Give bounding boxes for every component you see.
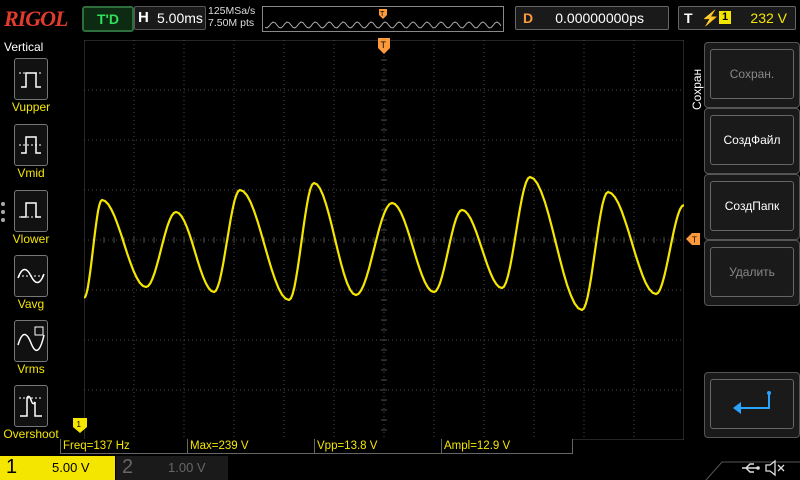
svg-text:T: T bbox=[381, 40, 387, 50]
return-key-area bbox=[710, 379, 794, 429]
save-label: Сохран. bbox=[710, 49, 794, 99]
measure-vlower[interactable]: Vlower bbox=[6, 190, 54, 252]
measure-vmid[interactable]: Vmid bbox=[6, 124, 54, 186]
vrms-label: Vrms bbox=[17, 362, 45, 376]
measure-vpp[interactable]: Vpp=13.8 V bbox=[314, 439, 442, 454]
graticule bbox=[84, 40, 684, 440]
softkey-save[interactable]: Сохран. bbox=[704, 42, 800, 108]
run-status-badge[interactable]: T'D bbox=[82, 6, 134, 32]
ch2-scale: 1.00 V bbox=[168, 460, 206, 475]
vlower-icon bbox=[14, 190, 48, 232]
vlower-label: Vlower bbox=[12, 232, 50, 246]
trigger-box[interactable]: T ⚡ 1 232 V bbox=[678, 6, 796, 30]
sample-rate: 125MSa/s bbox=[208, 5, 256, 17]
trigger-source-badge: 1 bbox=[719, 11, 731, 24]
measure-max[interactable]: Max=239 V bbox=[187, 439, 315, 454]
vupper-label: Vupper bbox=[11, 100, 51, 114]
timebase-value: 5.00ms bbox=[157, 10, 203, 26]
ch1-number: 1 bbox=[6, 456, 18, 478]
create-file-label: СоздФайл bbox=[710, 115, 794, 165]
menu-page-dots bbox=[1, 202, 5, 222]
measure-ampl[interactable]: Ampl=12.9 V bbox=[441, 439, 573, 454]
create-folder-label: СоздПапк bbox=[710, 181, 794, 231]
trigger-level: 232 V bbox=[750, 10, 787, 26]
rigol-logo: RIGOL bbox=[4, 6, 68, 31]
memory-position-bar[interactable]: T bbox=[262, 6, 504, 32]
ch1-scale: 5.00 V bbox=[52, 460, 90, 475]
vavg-icon bbox=[14, 255, 48, 297]
right-menu-title: Сохран bbox=[690, 69, 704, 110]
svg-text:T: T bbox=[380, 11, 385, 18]
ch1-ground-marker[interactable]: 1 bbox=[73, 418, 87, 434]
trigger-key-label: T bbox=[684, 10, 693, 26]
softkey-delete[interactable]: Удалить bbox=[704, 240, 800, 306]
vmid-label: Vmid bbox=[17, 166, 45, 180]
memory-waveform-preview: T bbox=[264, 9, 502, 29]
softkey-create-file[interactable]: СоздФайл bbox=[704, 108, 800, 174]
left-menu-title: Vertical bbox=[4, 40, 44, 54]
svg-text:1: 1 bbox=[77, 420, 82, 429]
measure-vavg[interactable]: Vavg bbox=[6, 255, 54, 317]
delay-key-label: D bbox=[523, 10, 534, 26]
softkey-create-folder[interactable]: СоздПапк bbox=[704, 174, 800, 240]
delay-box[interactable]: D 0.00000000ps bbox=[515, 6, 669, 30]
horizontal-timebase-box[interactable]: H 5.00ms bbox=[134, 6, 206, 30]
vrms-icon bbox=[14, 320, 48, 362]
memory-depth: 7.50M pts bbox=[208, 17, 255, 29]
return-arrow-icon bbox=[733, 391, 771, 414]
ch2-number: 2 bbox=[122, 456, 134, 478]
vmid-icon bbox=[14, 124, 48, 166]
delay-value: 0.00000000ps bbox=[555, 10, 644, 26]
ch1-scale-box[interactable]: 1 5.00 V bbox=[0, 456, 115, 480]
measure-overshoot[interactable]: Overshoot bbox=[3, 385, 59, 447]
vavg-label: Vavg bbox=[17, 297, 45, 311]
trigger-time-marker[interactable]: T bbox=[378, 38, 390, 56]
speaker-muted-icon[interactable] bbox=[765, 459, 785, 477]
waveform-display[interactable] bbox=[84, 40, 684, 440]
vupper-icon bbox=[14, 58, 48, 100]
horizontal-key-label: H bbox=[138, 9, 149, 26]
measure-vrms[interactable]: Vrms bbox=[6, 320, 54, 382]
overshoot-icon bbox=[14, 385, 48, 427]
delete-label: Удалить bbox=[710, 247, 794, 297]
measure-vupper[interactable]: Vupper bbox=[6, 58, 54, 120]
rising-edge-icon: ⚡ bbox=[701, 10, 720, 27]
overshoot-label: Overshoot bbox=[3, 427, 59, 441]
bottom-right-icons bbox=[705, 459, 800, 480]
measure-freq[interactable]: Freq=137 Hz bbox=[60, 439, 188, 454]
softkey-return[interactable] bbox=[704, 372, 800, 438]
acquisition-info: 125MSa/s 7.50M pts bbox=[208, 5, 255, 29]
usb-icon bbox=[742, 463, 760, 473]
ch2-scale-box[interactable]: 2 1.00 V bbox=[116, 456, 228, 480]
